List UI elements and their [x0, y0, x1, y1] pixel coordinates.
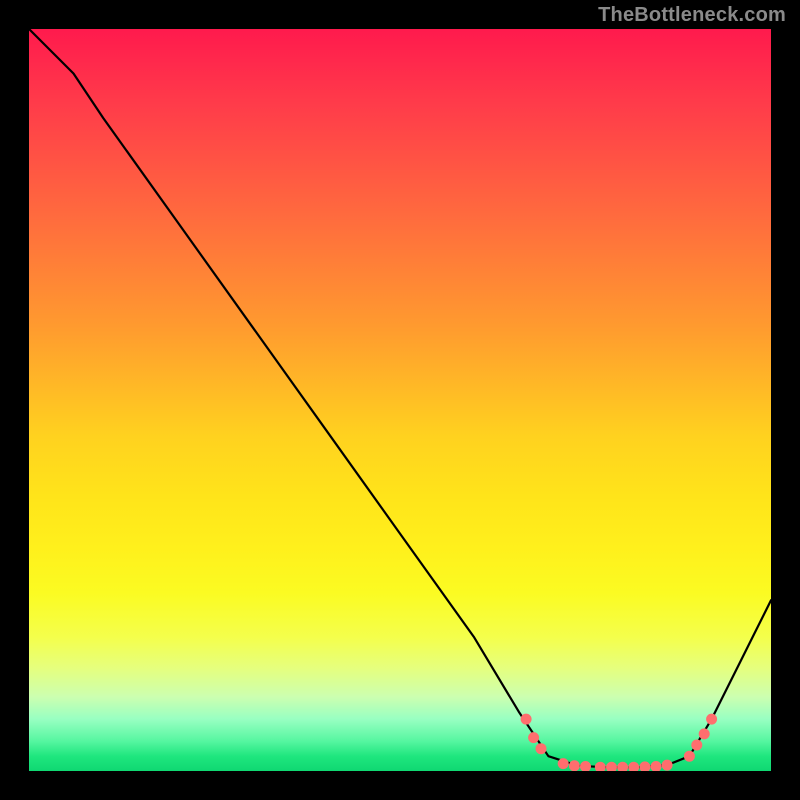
curve-marker [569, 761, 579, 771]
curve-marker [595, 762, 605, 771]
curve-marker [558, 759, 568, 769]
chart-svg [29, 29, 771, 771]
curve-marker [651, 762, 661, 772]
curve-marker [581, 762, 591, 772]
curve-marker [684, 751, 694, 761]
marker-group [521, 714, 717, 771]
curve-marker [640, 762, 650, 771]
curve-marker [536, 744, 546, 754]
curve-marker [699, 729, 709, 739]
bottleneck-curve [29, 29, 771, 767]
curve-marker [629, 762, 639, 771]
attribution-label: TheBottleneck.com [598, 4, 786, 27]
chart-frame: TheBottleneck.com [0, 0, 800, 800]
plot-area [29, 29, 771, 771]
curve-marker [521, 714, 531, 724]
curve-marker [618, 762, 628, 771]
curve-marker [529, 733, 539, 743]
curve-marker [692, 740, 702, 750]
curve-marker [662, 760, 672, 770]
curve-marker [707, 714, 717, 724]
curve-marker [607, 762, 617, 771]
